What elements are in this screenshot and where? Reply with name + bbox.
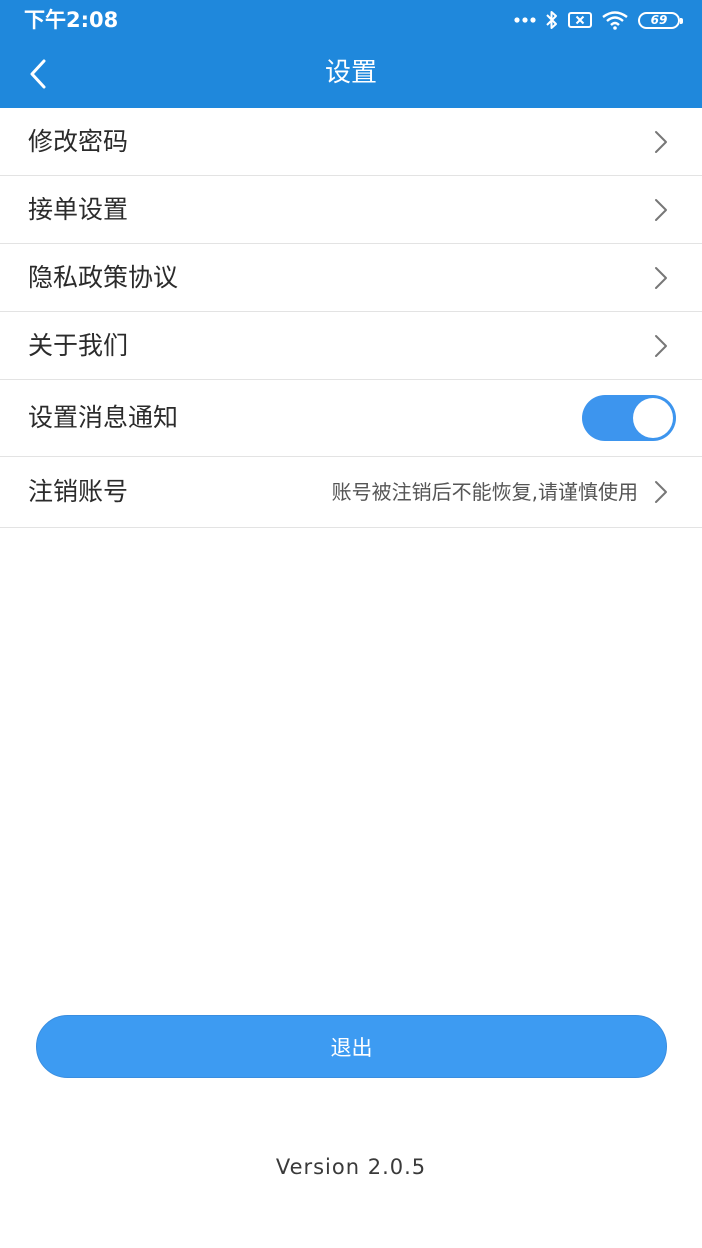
- app-header: 下午2:08 69 设置: [0, 0, 702, 108]
- settings-item-label: 修改密码: [28, 126, 129, 156]
- logout-button[interactable]: 退出: [36, 1015, 667, 1078]
- settings-item-privacy-policy[interactable]: 隐私政策协议: [0, 244, 702, 312]
- chevron-right-icon: [652, 479, 670, 505]
- chevron-right-icon: [652, 129, 670, 155]
- settings-item-change-password[interactable]: 修改密码: [0, 108, 702, 176]
- settings-item-about-us[interactable]: 关于我们: [0, 312, 702, 380]
- more-dots-icon: [514, 17, 536, 23]
- settings-list: 修改密码 接单设置 隐私政策协议 关于我们 设置消息通知 注销账号 账号被注销后…: [0, 108, 702, 528]
- settings-item-delete-account[interactable]: 注销账号 账号被注销后不能恢复,请谨慎使用: [0, 457, 702, 528]
- wifi-icon: [601, 10, 629, 30]
- version-label: Version 2.0.5: [275, 1155, 427, 1179]
- settings-item-label: 注销账号: [28, 477, 129, 506]
- sim-x-icon: [568, 11, 592, 29]
- chevron-right-icon: [652, 265, 670, 291]
- nav-bar: 设置: [0, 40, 702, 108]
- settings-item-label: 设置消息通知: [28, 403, 179, 432]
- settings-item-label: 关于我们: [28, 330, 129, 360]
- notification-toggle[interactable]: [582, 395, 676, 441]
- settings-item-label: 隐私政策协议: [28, 262, 179, 292]
- battery-icon: 69: [638, 11, 683, 29]
- status-bar: 下午2:08 69: [0, 0, 702, 40]
- chevron-right-icon: [652, 333, 670, 359]
- settings-item-order-settings[interactable]: 接单设置: [0, 176, 702, 244]
- settings-item-message-notification: 设置消息通知: [0, 380, 702, 457]
- bluetooth-icon: [545, 10, 559, 30]
- toggle-knob: [633, 398, 673, 438]
- delete-account-hint: 账号被注销后不能恢复,请谨慎使用: [331, 480, 638, 504]
- status-icons: 69: [505, 8, 683, 32]
- chevron-right-icon: [652, 197, 670, 223]
- page-title: 设置: [324, 58, 377, 88]
- settings-item-label: 接单设置: [28, 194, 129, 224]
- status-time: 下午2:08: [24, 8, 119, 32]
